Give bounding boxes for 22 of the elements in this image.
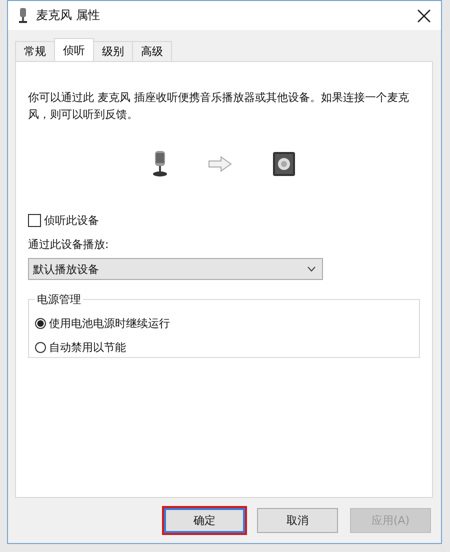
radio-label: 使用电池电源时继续运行: [49, 316, 170, 330]
dialog-button[interactable]: 确定: [164, 508, 245, 533]
tab[interactable]: 高级: [132, 41, 172, 61]
group-title: 电源管理: [36, 292, 82, 307]
tab[interactable]: 常规: [15, 41, 55, 61]
window-title: 麦克风 属性: [36, 7, 101, 24]
playback-dropdown[interactable]: 默认播放设备: [28, 258, 323, 280]
radio-button[interactable]: [35, 318, 46, 328]
radio-button[interactable]: [35, 342, 46, 352]
radio-label: 自动禁用以节能: [49, 340, 126, 354]
close-icon[interactable]: [417, 8, 431, 22]
microphone-icon: [18, 8, 28, 24]
tab[interactable]: 侦听: [54, 38, 94, 61]
chevron-down-icon: [307, 266, 316, 272]
playback-label: 通过此设备播放:: [28, 237, 110, 252]
checkbox-label: 侦听此设备: [44, 213, 99, 228]
microphone-icon: [152, 151, 168, 177]
arrow-icon: [208, 156, 232, 172]
dialog-button[interactable]: 取消: [257, 508, 338, 533]
checkbox[interactable]: [28, 214, 41, 227]
description-text: 你可以通过此 麦克风 插座收听便携音乐播放器或其他设备。如果连接一个麦克风，则可以听到反馈。: [28, 90, 410, 123]
speaker-icon: [272, 151, 296, 177]
